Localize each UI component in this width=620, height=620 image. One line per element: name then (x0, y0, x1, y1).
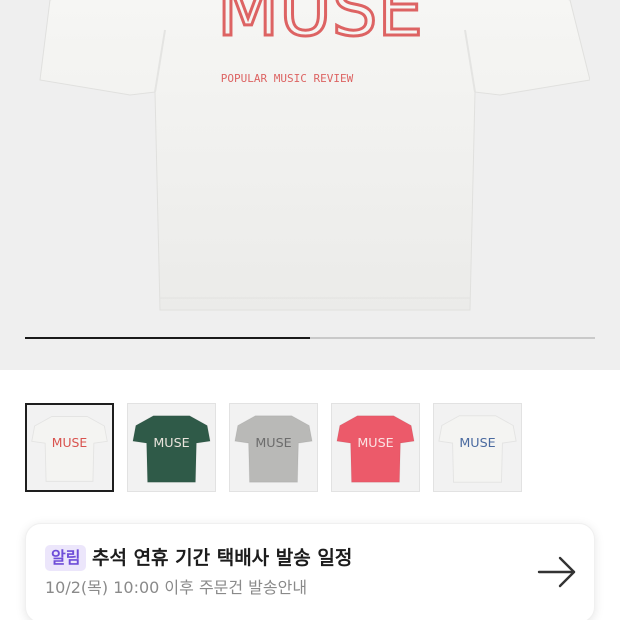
thumbnail-image: MUSE (132, 415, 211, 483)
carousel-progress-fill (25, 337, 310, 339)
carousel-progress-track (25, 337, 595, 339)
arrow-right-icon[interactable] (536, 552, 578, 592)
notice-subtitle: 10/2(목) 10:00 이후 주문건 발송안내 (45, 578, 308, 597)
thumbnail-print-text: MUSE (153, 435, 189, 450)
thumbnail-image: MUSE (438, 415, 517, 483)
thumbnail-print-text: MUSE (357, 435, 393, 450)
thumbnail-print-text: MUSE (52, 435, 88, 450)
notice-badge: 알림 (45, 545, 87, 571)
notice-title: 추석 연휴 기간 택배사 발송 일정 (92, 547, 353, 569)
thumbnail-green[interactable]: MUSE (127, 403, 216, 492)
thumbnail-image: MUSE (336, 415, 415, 483)
thumbnail-image: MUSE (31, 415, 108, 482)
product-image-carousel[interactable]: MUSE POPULAR MUSIC REVIEW (0, 0, 620, 370)
thumbnail-list: MUSE MUSE MUSE MUSE MUSE (25, 403, 595, 493)
thumbnail-print-text: MUSE (459, 435, 495, 450)
thumbnail-white-red[interactable]: MUSE (25, 403, 114, 492)
print-text: MUSE (217, 0, 423, 52)
thumbnail-pink[interactable]: MUSE (331, 403, 420, 492)
thumbnail-gray[interactable]: MUSE (229, 403, 318, 492)
notice-card[interactable]: 알림 추석 연휴 기간 택배사 발송 일정 10/2(목) 10:00 이후 주… (25, 523, 595, 620)
product-page: MUSE POPULAR MUSIC REVIEW MUSE MUSE MUSE… (0, 0, 620, 620)
product-image: MUSE POPULAR MUSIC REVIEW (39, 0, 590, 311)
print-subtext: POPULAR MUSIC REVIEW (221, 72, 354, 85)
thumbnail-image: MUSE (234, 415, 313, 483)
thumbnail-white-blue[interactable]: MUSE (433, 403, 522, 492)
thumbnail-print-text: MUSE (255, 435, 291, 450)
